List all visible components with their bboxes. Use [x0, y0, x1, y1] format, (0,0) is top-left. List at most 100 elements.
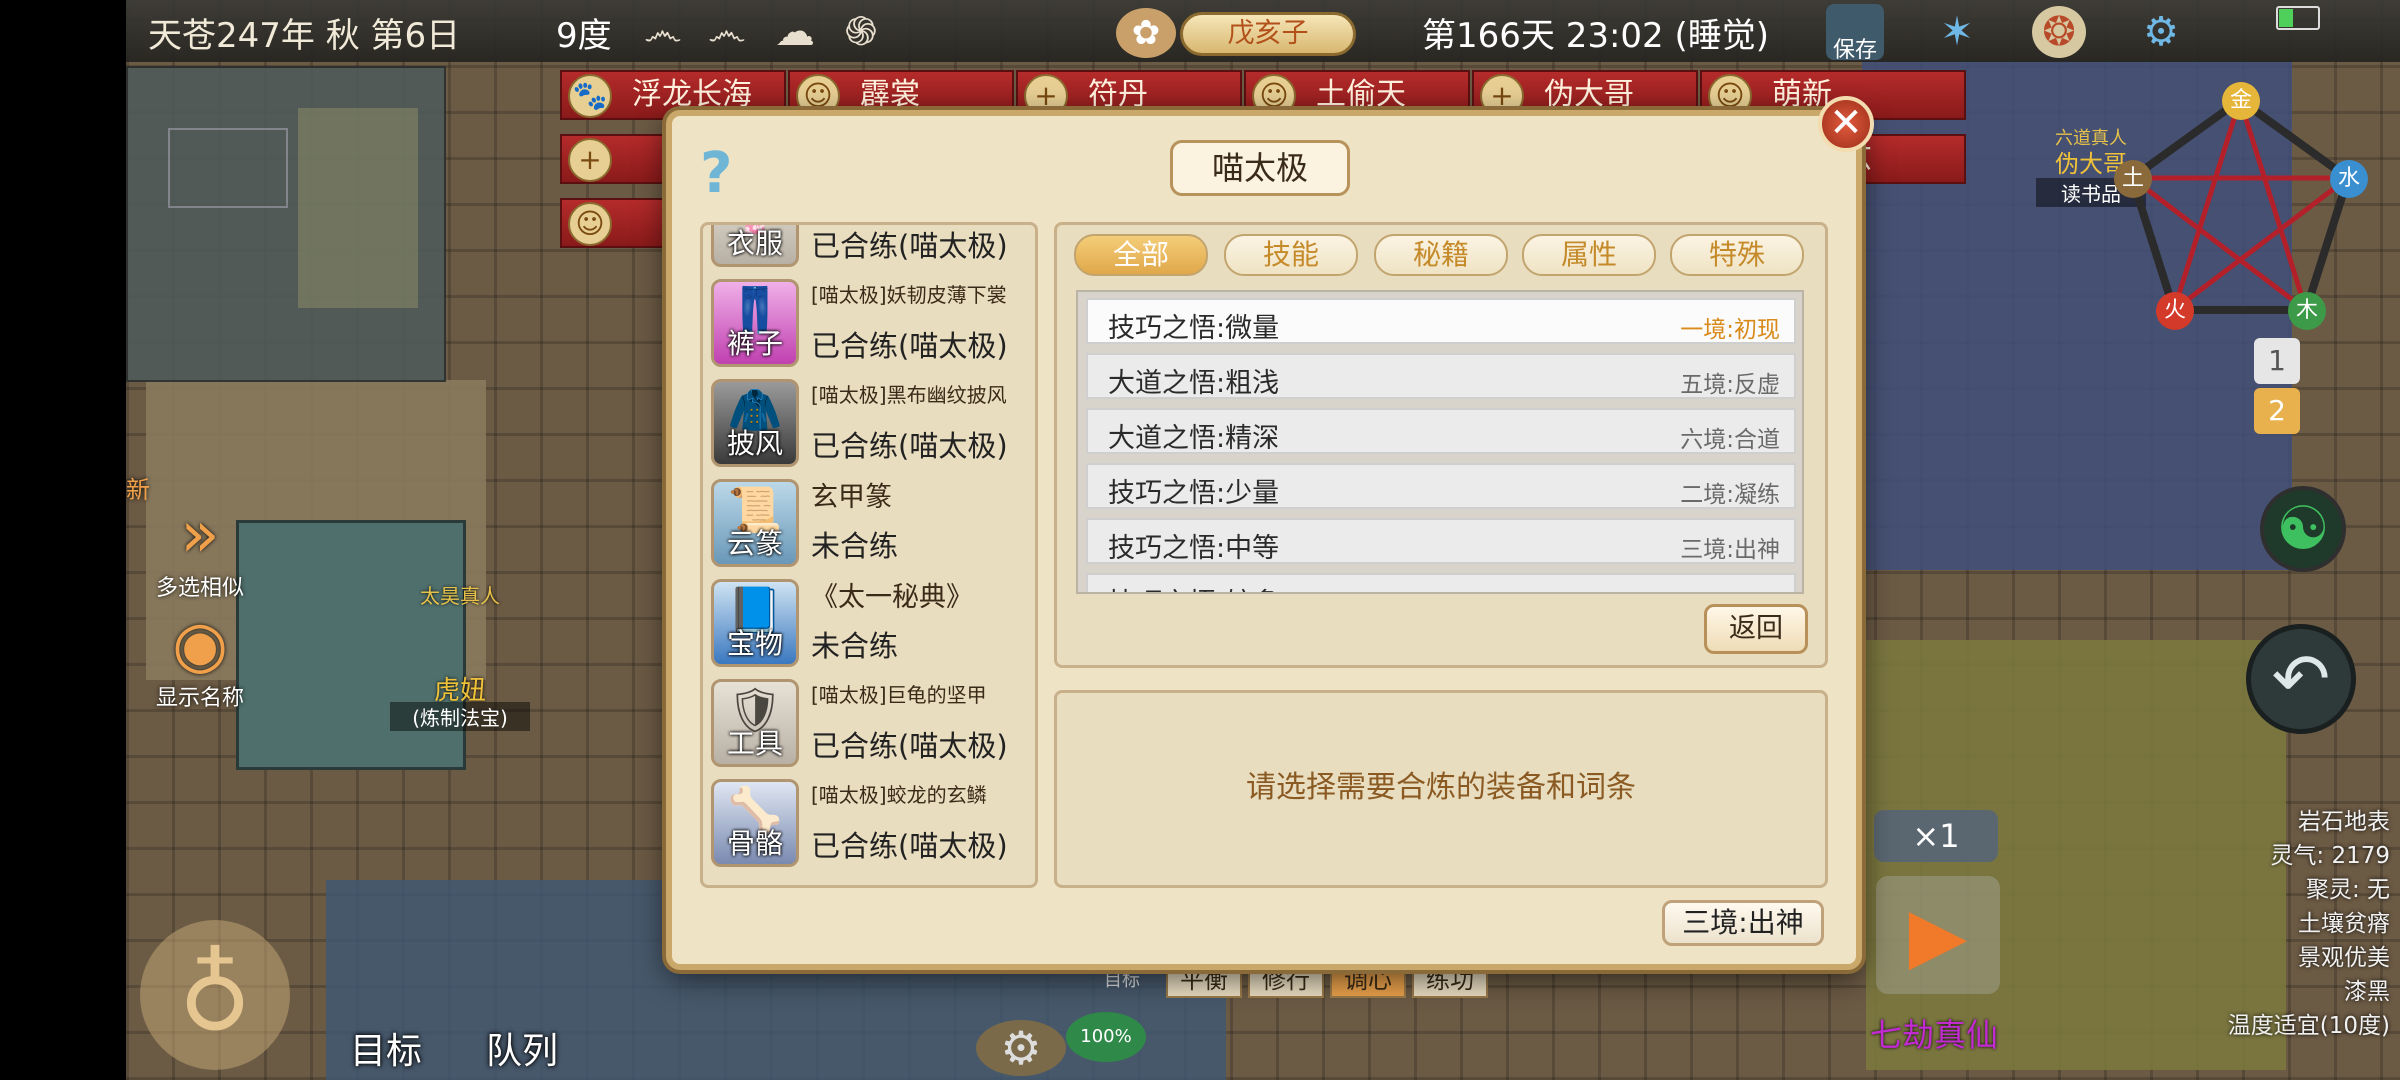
disciple-name: 土偷天: [1316, 77, 1406, 112]
tile-info-line: 温度适宜(10度): [2227, 1013, 2390, 1039]
chevrons-icon: »: [180, 498, 220, 572]
equipment-icon: 👘衣服: [711, 225, 799, 267]
gear-icon[interactable]: ⚙: [2134, 6, 2188, 58]
wind-icon[interactable]: ෴: [636, 6, 690, 58]
entry-name: 技巧之悟:少量: [1108, 478, 1280, 509]
settings-icon[interactable]: ⚙: [976, 1020, 1066, 1076]
equipment-icon: 📘 宝物: [711, 579, 799, 667]
new-label: 新: [126, 476, 150, 504]
equipment-name: 玄甲篆: [811, 482, 892, 513]
disciple-name: 霹裳: [860, 77, 920, 112]
wind-icon-2[interactable]: ෴: [700, 6, 754, 58]
metal-node: 金: [2222, 82, 2260, 120]
back-arrow-icon[interactable]: ↶: [2246, 624, 2356, 734]
equipment-item[interactable]: 🛡 工具 [喵太极]巨龟的坚甲 已合练(喵太极): [711, 675, 1031, 771]
show-names-button[interactable]: ◉ 显示名称: [150, 610, 250, 712]
disciple-name-bar[interactable]: ☺: [560, 198, 680, 248]
tab-special[interactable]: 特殊: [1670, 234, 1804, 276]
equipment-status: 已合练(喵太极): [811, 829, 1008, 863]
tile-info-line: 土壤贫瘠: [2298, 911, 2390, 937]
equipment-item[interactable]: 🧥 披风 [喵太极]黑布幽纹披风 已合练(喵太极): [711, 375, 1031, 471]
entry-row[interactable]: 技巧之悟:少量 二境:凝练: [1086, 463, 1796, 509]
tab-all[interactable]: 全部: [1074, 234, 1208, 276]
back-button[interactable]: 返回: [1704, 604, 1808, 654]
target-button[interactable]: 目标: [350, 1022, 422, 1074]
equipment-icon: 🦴 骨骼: [711, 779, 799, 867]
five-elements-chart[interactable]: 金 水 木 火 土: [2108, 70, 2378, 340]
spiral-icon[interactable]: ֍: [834, 6, 888, 58]
entry-row[interactable]: 大道之悟:精深 六境:合道: [1086, 408, 1796, 454]
page-badge-2[interactable]: 2: [2254, 388, 2300, 434]
equipment-status: 未合练: [811, 629, 899, 663]
compass-icon[interactable]: ✶: [1930, 6, 1984, 58]
tile-info-line: 岩石地表: [2298, 809, 2390, 835]
equipment-item[interactable]: 🦴 骨骼 [喵太极]蛟龙的玄鳞 已合练(喵太极): [711, 775, 1031, 871]
equipment-category: 衣服: [726, 227, 783, 260]
equipment-name: 《太一秘典》: [811, 582, 973, 613]
day-badge: 戊亥子: [1180, 12, 1356, 56]
equipment-icon: 🧥 披风: [711, 379, 799, 467]
tile-info-line: 漆黑: [2344, 979, 2390, 1005]
save-button[interactable]: 保存: [1826, 4, 1884, 63]
entry-row[interactable]: 技巧之悟:微量 一境:初现: [1086, 298, 1796, 344]
equipment-name: [喵太极]蛟龙的玄鳞: [811, 783, 987, 807]
equipment-list[interactable]: 👘衣服 已合练(喵太极) 👖裤子 [喵太极]妖韧皮薄下裳 已合练(喵太极) 🧥披…: [700, 222, 1038, 888]
entry-name: 大道之悟:粗浅: [1108, 368, 1280, 399]
play-icon[interactable]: ▶: [1876, 876, 2000, 994]
realm-name-label: 七劫真仙: [1870, 1016, 1999, 1054]
dialog-title: 喵太极: [1170, 140, 1350, 196]
game-screen: { "status":{"calendar":"天苍247年 秋 第6日","t…: [0, 0, 2400, 1080]
entry-row[interactable]: 大道之悟:粗浅 五境:反虚: [1086, 353, 1796, 399]
tab-skills[interactable]: 技能: [1224, 234, 1358, 276]
entry-row[interactable]: 技巧之悟:中等 三境:出神: [1086, 518, 1796, 564]
taiji-icon[interactable]: ☯: [2260, 486, 2346, 572]
equipment-item[interactable]: 📜 云篆 玄甲篆 未合练: [711, 475, 1031, 571]
speed-button[interactable]: ×1: [1874, 810, 1998, 862]
team-button[interactable]: 队列: [486, 1022, 558, 1074]
temperature-text: 9度: [556, 16, 612, 56]
minimap[interactable]: [126, 66, 446, 382]
equipment-name: [喵太极]黑布幽纹披风: [811, 383, 1007, 407]
entry-name: 大道之悟:精深: [1108, 423, 1280, 454]
equipment-status: 已合练(喵太极): [811, 329, 1008, 363]
equipment-item[interactable]: 👘衣服 已合练(喵太极): [711, 225, 1031, 271]
equipment-category: 云篆: [726, 527, 783, 560]
page-badge-1[interactable]: 1: [2254, 338, 2300, 384]
cloud-icon[interactable]: ☁: [768, 6, 822, 58]
disciple-name-bar[interactable]: +: [560, 134, 680, 184]
lotus-icon: ✿: [1116, 8, 1176, 58]
equipment-item[interactable]: 📘 宝物 《太一秘典》 未合练: [711, 575, 1031, 671]
equipment-status: 未合练: [811, 529, 899, 563]
equipment-status: 已合练(喵太极): [811, 229, 1008, 263]
minimap-field: [298, 108, 418, 308]
entry-row[interactable]: 技巧之悟:较多 四境:入化: [1086, 573, 1796, 592]
disciple-name: 符丹: [1088, 77, 1148, 112]
equipment-status: 已合练(喵太极): [811, 729, 1008, 763]
tile-info-panel: 岩石地表 灵气: 2179 聚灵: 无 土壤贫瘠 景观优美 漆黑 温度适宜(10…: [2170, 805, 2390, 1043]
entry-realm: 二境:凝练: [1680, 482, 1780, 508]
tile-info-line: 景观优美: [2298, 945, 2390, 971]
entry-realm: 一境:初现: [1680, 317, 1780, 343]
disciple-name: 伪大哥: [1544, 77, 1634, 112]
character-title: 太昊真人: [420, 584, 500, 608]
equipment-item[interactable]: 👖 裤子 [喵太极]妖韧皮薄下裳 已合练(喵太极): [711, 275, 1031, 371]
fire-node: 火: [2156, 292, 2194, 330]
help-icon[interactable]: ?: [700, 146, 756, 202]
close-button[interactable]: ✕: [1818, 96, 1874, 152]
equipment-category: 裤子: [726, 327, 783, 360]
water-node: 水: [2330, 160, 2368, 198]
palette-icon[interactable]: ❂: [2032, 6, 2086, 58]
tab-attributes[interactable]: 属性: [1522, 234, 1656, 276]
equipment-category: 宝物: [726, 627, 783, 660]
equipment-icon: 📜 云篆: [711, 479, 799, 567]
eye-icon: ◉: [172, 608, 228, 682]
multi-select-button[interactable]: » 多选相似: [150, 500, 250, 602]
time-text: 第166天 23:02 (睡觉): [1422, 16, 1770, 56]
paw-icon: 🐾: [568, 74, 612, 118]
gourd-icon[interactable]: ♁: [140, 920, 290, 1070]
tab-manuals[interactable]: 秘籍: [1374, 234, 1508, 276]
entry-list[interactable]: 技巧之悟:微量 一境:初现 大道之悟:粗浅 五境:反虚 大道之悟:精深 六境:合道 技…: [1076, 290, 1804, 594]
equipment-category: 骨骼: [726, 827, 783, 860]
realm-button[interactable]: 三境:出神: [1662, 900, 1824, 946]
entry-realm: 六境:合道: [1680, 427, 1780, 453]
